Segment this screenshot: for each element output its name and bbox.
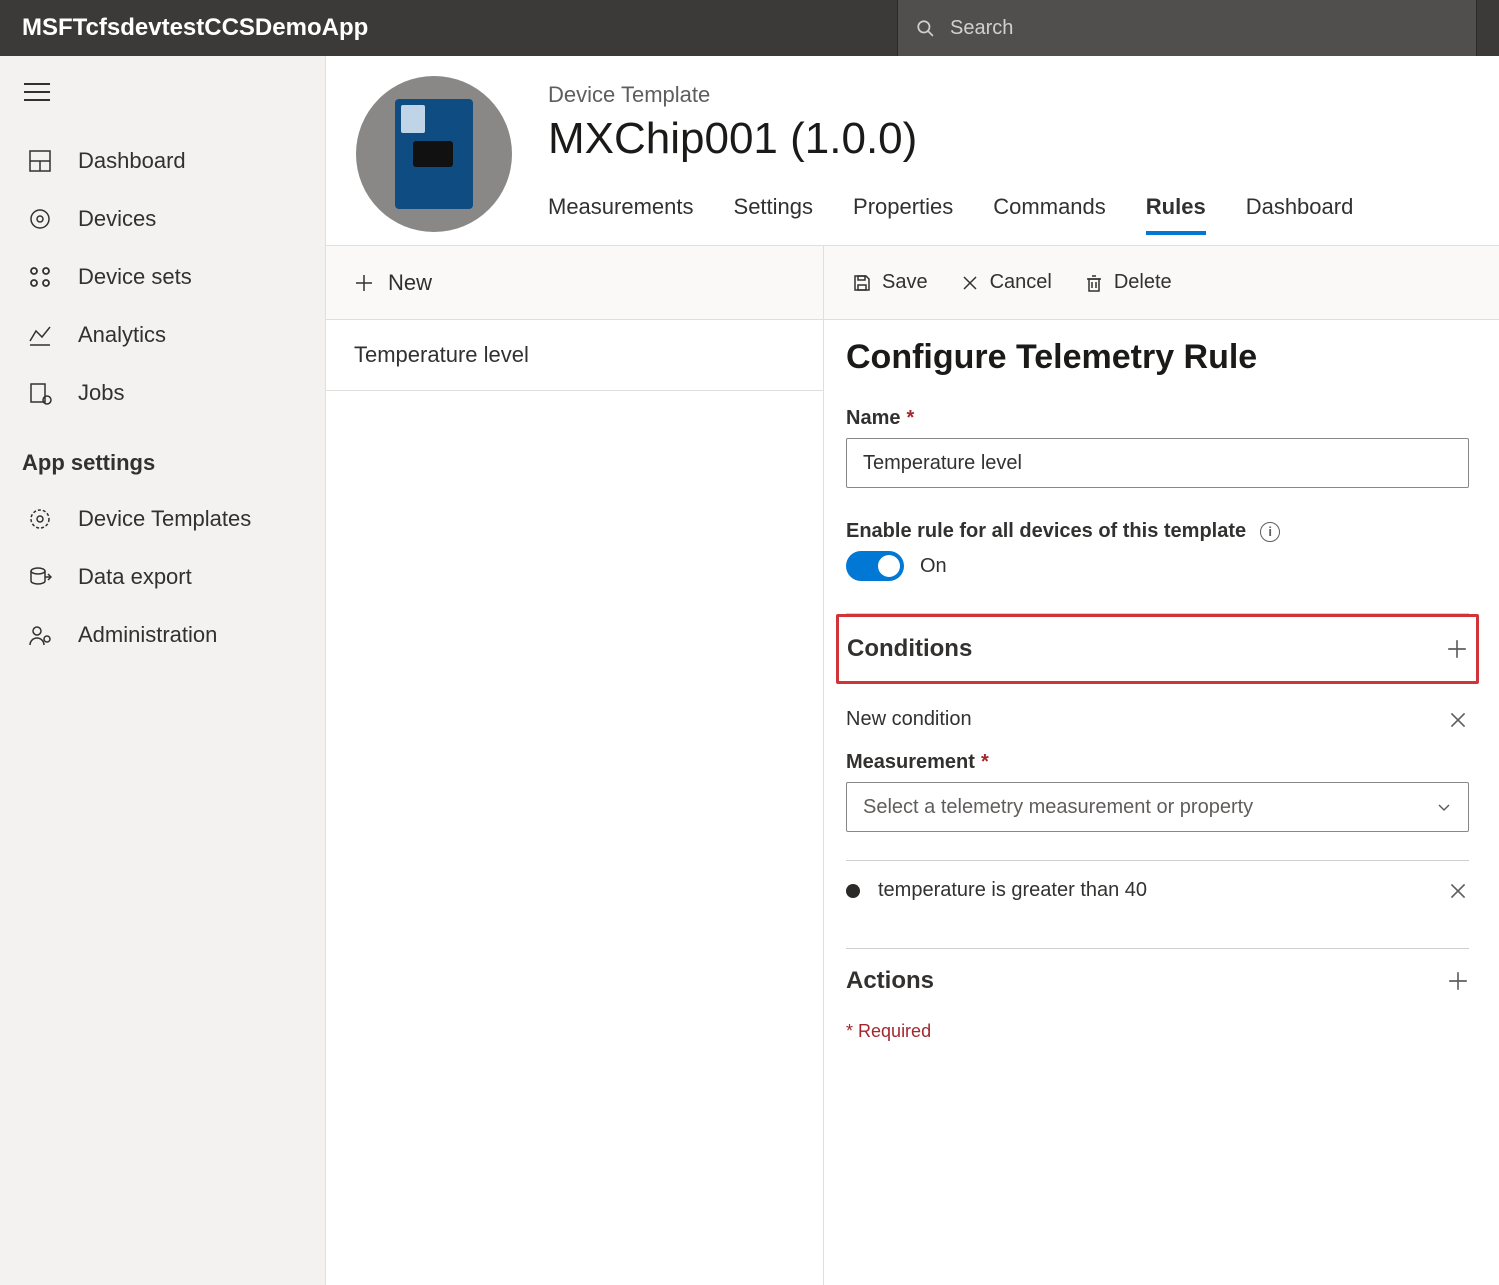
save-label: Save <box>882 271 928 294</box>
toggle-state-label: On <box>920 555 947 578</box>
required-footnote: * Required <box>846 1013 1469 1042</box>
device-sets-icon <box>26 265 54 289</box>
add-action-button[interactable] <box>1447 970 1469 992</box>
hamburger-icon <box>24 82 50 102</box>
existing-condition-text: temperature is greater than 40 <box>878 879 1429 902</box>
close-icon <box>1447 709 1469 731</box>
hamburger-button[interactable] <box>0 74 325 132</box>
existing-condition-row[interactable]: temperature is greater than 40 <box>846 861 1469 920</box>
required-asterisk: * <box>906 407 914 430</box>
analytics-icon <box>26 323 54 347</box>
nav-label: Device Templates <box>78 506 251 532</box>
condition-status-dot <box>846 884 860 898</box>
required-asterisk: * <box>981 751 989 774</box>
rule-detail: Save Cancel Delete <box>824 246 1499 1285</box>
nav-item-device-sets[interactable]: Device sets <box>0 248 325 306</box>
close-icon <box>1447 880 1469 902</box>
enable-rule-toggle[interactable] <box>846 551 904 581</box>
close-icon <box>960 273 980 293</box>
tab-rules[interactable]: Rules <box>1146 194 1206 234</box>
dashboard-icon <box>26 149 54 173</box>
nav-label: Data export <box>78 564 192 590</box>
nav-label: Device sets <box>78 264 192 290</box>
nav-item-data-export[interactable]: Data export <box>0 548 325 606</box>
nav-section-title: App settings <box>0 422 325 490</box>
nav-label: Administration <box>78 622 217 648</box>
nav-label: Devices <box>78 206 156 232</box>
delete-button[interactable]: Delete <box>1084 271 1172 294</box>
plus-icon <box>354 273 374 293</box>
device-chip-image <box>395 99 473 209</box>
add-condition-button[interactable] <box>1446 638 1468 660</box>
measurement-placeholder: Select a telemetry measurement or proper… <box>863 796 1253 819</box>
app-title: MSFTcfsdevtestCCSDemoApp <box>22 14 368 42</box>
administration-icon <box>26 623 54 647</box>
template-header: Device Template MXChip001 (1.0.0) Measur… <box>326 56 1499 246</box>
remove-existing-condition-button[interactable] <box>1447 880 1469 902</box>
jobs-icon <box>26 381 54 405</box>
save-icon <box>852 273 872 293</box>
save-button[interactable]: Save <box>852 271 928 294</box>
tab-properties[interactable]: Properties <box>853 194 953 234</box>
measurement-select[interactable]: Select a telemetry measurement or proper… <box>846 782 1469 832</box>
new-condition-label: New condition <box>846 708 972 731</box>
conditions-section-highlighted: Conditions <box>836 614 1479 684</box>
nav-label: Jobs <box>78 380 124 406</box>
header-overline: Device Template <box>548 82 1499 108</box>
actions-title: Actions <box>846 967 934 995</box>
nav-item-administration[interactable]: Administration <box>0 606 325 664</box>
detail-title: Configure Telemetry Rule <box>846 338 1469 377</box>
nav-item-devices[interactable]: Devices <box>0 190 325 248</box>
cancel-label: Cancel <box>990 271 1052 294</box>
delete-label: Delete <box>1114 271 1172 294</box>
nav-label: Dashboard <box>78 148 186 174</box>
enable-rule-label: Enable rule for all devices of this temp… <box>846 520 1469 543</box>
nav-label: Analytics <box>78 322 166 348</box>
top-bar: MSFTcfsdevtestCCSDemoApp <box>0 0 1499 56</box>
nav-item-dashboard[interactable]: Dashboard <box>0 132 325 190</box>
chevron-down-icon <box>1436 799 1452 815</box>
search-box[interactable] <box>897 0 1477 56</box>
devices-icon <box>26 207 54 231</box>
info-icon[interactable]: i <box>1260 522 1280 542</box>
nav-item-jobs[interactable]: Jobs <box>0 364 325 422</box>
tab-commands[interactable]: Commands <box>993 194 1105 234</box>
tabs: Measurements Settings Properties Command… <box>548 194 1499 234</box>
conditions-title: Conditions <box>847 635 972 663</box>
device-avatar <box>356 76 512 232</box>
plus-icon <box>1447 970 1469 992</box>
new-rule-button[interactable]: New <box>326 246 823 320</box>
name-field-label: Name * <box>846 407 1469 430</box>
remove-new-condition-button[interactable] <box>1447 709 1469 731</box>
device-templates-icon <box>26 507 54 531</box>
plus-icon <box>1446 638 1468 660</box>
trash-icon <box>1084 273 1104 293</box>
rule-name-input[interactable] <box>846 438 1469 488</box>
rule-row[interactable]: Temperature level <box>326 320 823 391</box>
left-nav: Dashboard Devices Device sets <box>0 56 326 1285</box>
data-export-icon <box>26 565 54 589</box>
measurement-field-label: Measurement * <box>846 751 1469 774</box>
search-icon <box>916 19 934 37</box>
new-rule-label: New <box>388 270 432 296</box>
page-title: MXChip001 (1.0.0) <box>548 114 1499 164</box>
detail-toolbar: Save Cancel Delete <box>824 246 1499 320</box>
tab-measurements[interactable]: Measurements <box>548 194 694 234</box>
tab-dashboard[interactable]: Dashboard <box>1246 194 1354 234</box>
tab-settings[interactable]: Settings <box>734 194 814 234</box>
rules-list: New Temperature level <box>326 246 824 1285</box>
nav-item-analytics[interactable]: Analytics <box>0 306 325 364</box>
nav-item-device-templates[interactable]: Device Templates <box>0 490 325 548</box>
search-input[interactable] <box>948 16 1458 41</box>
cancel-button[interactable]: Cancel <box>960 271 1052 294</box>
